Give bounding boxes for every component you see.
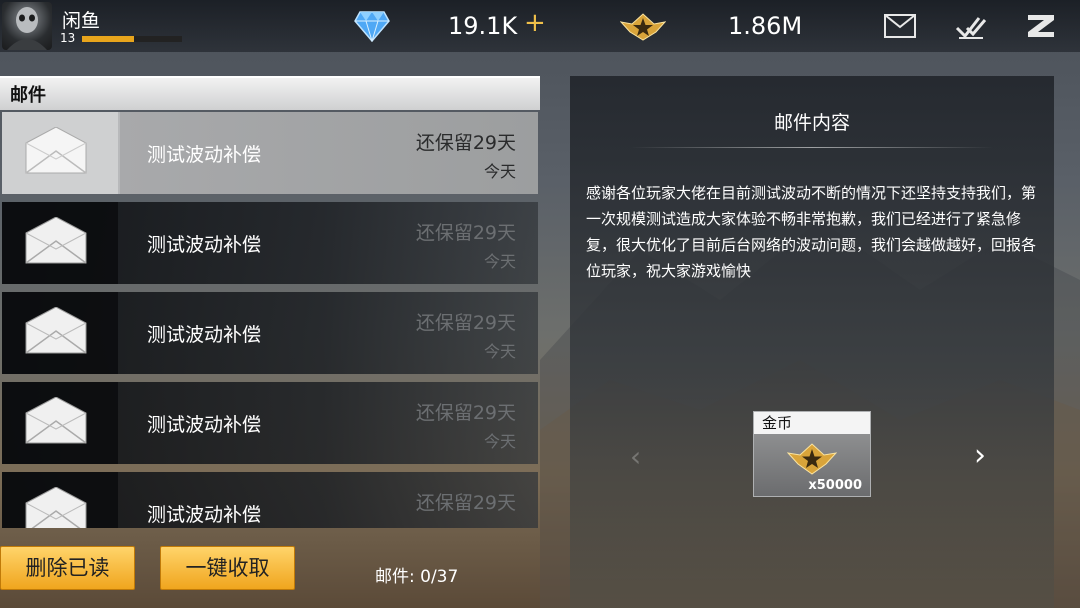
mail-item-4[interactable]: 测试波动补偿 还保留29天 今天	[2, 382, 538, 464]
mail-thumb	[2, 382, 118, 464]
mail-title: 测试波动补偿	[147, 414, 262, 436]
mail-icon[interactable]	[884, 14, 916, 38]
reward-quantity: x50000	[808, 478, 862, 493]
mail-count: 邮件: 0/37	[375, 567, 459, 587]
gold-amount: 1.86M	[728, 12, 803, 40]
envelope-icon	[25, 397, 87, 444]
mail-expiry: 还保留29天	[415, 402, 516, 424]
xp-bar	[82, 36, 182, 42]
gold-star-icon	[787, 443, 837, 475]
reward-card[interactable]: 金币 x50000	[753, 411, 871, 497]
mail-expiry: 还保留29天	[415, 312, 516, 334]
mail-thumb	[2, 112, 118, 194]
mail-thumb	[2, 472, 118, 528]
exit-icon[interactable]	[1024, 12, 1060, 40]
mail-item-3[interactable]: 测试波动补偿 还保留29天 今天	[2, 292, 538, 374]
envelope-icon	[25, 487, 87, 528]
mail-item-5[interactable]: 测试波动补偿 还保留29天	[2, 472, 538, 528]
top-bar: 闲鱼 13 19.1K + 1.86M	[0, 0, 1080, 52]
mail-title: 测试波动补偿	[147, 234, 262, 256]
diamond-icon	[354, 11, 390, 42]
mail-date: 今天	[483, 342, 516, 361]
mail-list[interactable]: 测试波动补偿 还保留29天 今天 测试波动补偿 还保留29天 今天 测试波动补偿…	[0, 110, 540, 528]
content-title: 邮件内容	[773, 112, 850, 134]
prev-reward-button[interactable]: ‹	[630, 440, 641, 473]
mail-date: 今天	[483, 162, 516, 181]
mail-date: 今天	[483, 252, 516, 271]
mail-expiry: 还保留29天	[415, 492, 516, 514]
mail-title: 测试波动补偿	[147, 324, 262, 346]
envelope-icon	[25, 127, 87, 174]
player-level: 13	[60, 31, 76, 45]
content-body: 感谢各位玩家大佬在目前测试波动不断的情况下还坚持支持我们，第一次规模测试造成大家…	[586, 184, 1037, 280]
mail-expiry: 还保留29天	[415, 222, 516, 244]
envelope-icon	[25, 307, 87, 354]
mail-list-panel: 邮件 测试波动补偿 还保留29天 今天 测试波动补偿 还保留29天 今天 测试波…	[0, 76, 540, 528]
gold-star-icon	[620, 13, 666, 41]
mail-item-1[interactable]: 测试波动补偿 还保留29天 今天	[2, 112, 538, 194]
reward-name: 金币	[754, 412, 870, 434]
envelope-icon	[25, 217, 87, 264]
check-all-icon[interactable]	[955, 12, 987, 40]
title-divider	[630, 147, 994, 148]
mail-thumb	[2, 292, 118, 374]
add-gems-button[interactable]: +	[524, 8, 546, 38]
mail-expiry: 还保留29天	[415, 132, 516, 154]
mail-content-panel: 邮件内容 感谢各位玩家大佬在目前测试波动不断的情况下还坚持支持我们，第一次规模测…	[570, 76, 1054, 608]
mail-item-2[interactable]: 测试波动补偿 还保留29天 今天	[2, 202, 538, 284]
collect-all-button[interactable]: 一键收取	[160, 546, 295, 590]
gems-amount: 19.1K	[448, 12, 518, 40]
avatar[interactable]	[2, 2, 52, 50]
mail-thumb	[2, 202, 118, 284]
mail-date: 今天	[483, 432, 516, 451]
next-reward-button[interactable]: ›	[974, 438, 986, 473]
player-name: 闲鱼	[62, 10, 101, 32]
xp-fill	[82, 36, 134, 42]
mail-title: 测试波动补偿	[147, 144, 262, 166]
delete-read-button[interactable]: 删除已读	[0, 546, 135, 590]
mail-title: 测试波动补偿	[147, 504, 262, 526]
mail-list-header: 邮件	[0, 76, 540, 110]
